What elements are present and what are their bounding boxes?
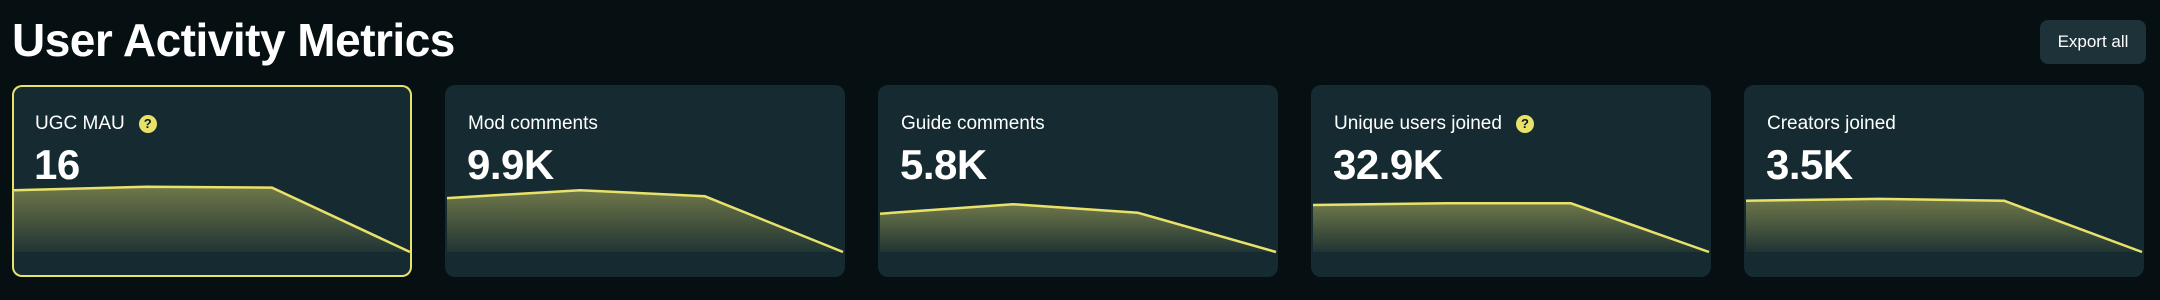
sparkline-area	[1313, 203, 1709, 252]
metric-card-mod-comments[interactable]: Mod comments 9.9K	[445, 85, 845, 277]
metric-cards: UGC MAU ? 16 Mod comments 9.9K Guide com…	[12, 85, 2144, 277]
card-value: 16	[34, 141, 80, 188]
metric-card-creators-joined[interactable]: Creators joined 3.5K	[1744, 85, 2144, 277]
metric-card-guide-comments[interactable]: Guide comments 5.8K	[878, 85, 1278, 277]
header: User Activity Metrics Export all	[0, 0, 2160, 80]
card-value: 3.5K	[1766, 141, 1853, 188]
sparkline-area	[447, 190, 843, 252]
metric-card-ugc-mau[interactable]: UGC MAU ? 16	[12, 85, 412, 277]
sparkline-area	[1746, 198, 2142, 252]
page-title: User Activity Metrics	[12, 14, 455, 66]
card-value: 5.8K	[900, 141, 987, 188]
metric-card-unique-users-joined[interactable]: Unique users joined ? 32.9K	[1311, 85, 1711, 277]
sparkline-area	[14, 186, 410, 252]
export-all-button[interactable]: Export all	[2040, 20, 2146, 64]
card-value: 9.9K	[467, 141, 554, 188]
card-value: 32.9K	[1333, 141, 1443, 188]
sparkline-area	[880, 204, 1276, 252]
